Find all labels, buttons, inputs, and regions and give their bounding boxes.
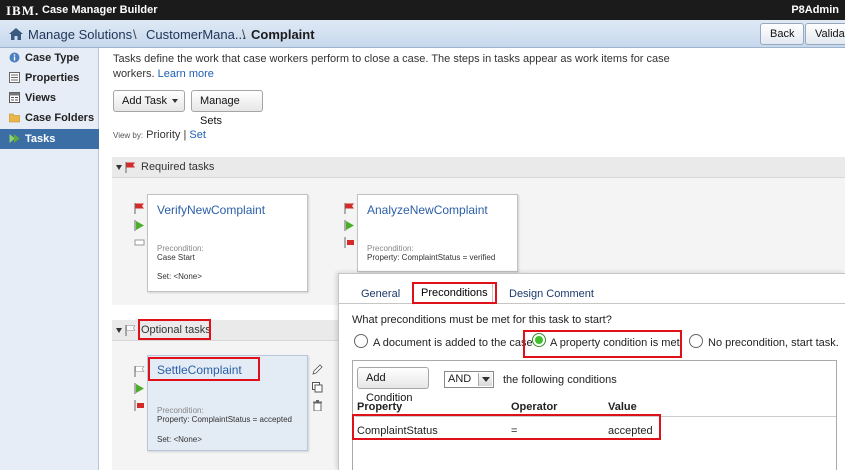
radio-no-precondition[interactable] [689,334,703,348]
manage-sets-button[interactable]: Manage Sets [191,90,263,127]
pencil-edit-icon[interactable] [312,364,323,375]
breadcrumb-separator: \ [133,27,137,42]
highlight-preconditions-tab [412,282,497,304]
task-card-analyze-new-complaint[interactable]: AnalyzeNewComplaint Precondition: Proper… [357,194,518,272]
required-tasks-label: Required tasks [141,161,215,173]
sidebar-item-label: Properties [25,72,80,84]
properties-list-icon [9,72,20,83]
white-flag-icon [134,366,145,377]
highlight-settle-complaint [148,357,260,381]
column-header-operator: Operator [511,401,558,413]
view-by-set-link[interactable]: Set [189,129,206,141]
intro-text: Tasks define the work that case workers … [113,52,673,82]
ibm-logo: IBM. [6,3,40,18]
breadcrumb-manage-solutions[interactable]: Manage Solutions [28,27,132,42]
add-task-button[interactable]: Add Task [113,90,185,112]
logic-select[interactable]: AND [444,371,494,388]
folder-icon [9,113,20,123]
info-circle-icon [9,52,20,63]
task-title[interactable]: VerifyNewComplaint [157,203,265,217]
property-condition-icon [134,400,144,411]
learn-more-link[interactable]: Learn more [158,68,214,80]
breadcrumb-solution[interactable]: CustomerMana... [146,27,246,42]
precondition-value: Case Start [157,253,195,262]
preconditions-question: What preconditions must be met for this … [352,314,612,326]
radio-document-added[interactable] [354,334,368,348]
precondition-label: Precondition: [367,244,414,253]
following-conditions-text: the following conditions [503,374,617,386]
add-condition-button[interactable]: Add Condition [357,367,429,404]
white-flag-icon [125,325,135,336]
precondition-value: Property: ComplaintStatus = accepted [157,415,292,424]
back-button[interactable]: Back [760,23,805,45]
chevron-down-icon [172,99,178,103]
start-arrow-icon [134,383,144,394]
tasks-icon [9,134,20,143]
collapse-triangle-icon[interactable] [116,165,122,170]
sidebar-item-properties[interactable]: Properties [0,68,99,88]
chevron-down-icon [478,373,492,386]
start-arrow-icon [344,220,354,231]
sidebar: Case Type Properties Views Case Folders … [0,48,99,470]
main-content: Tasks define the work that case workers … [100,48,845,470]
sidebar-item-case-type[interactable]: Case Type [0,48,99,68]
views-grid-icon [9,92,20,103]
breadcrumb-separator: \ [242,27,246,42]
property-condition-icon [344,237,354,248]
precondition-value: Property: ComplaintStatus = verified [367,253,496,262]
radio-no-precondition-label: No precondition, start task. [708,337,839,349]
sidebar-item-label: Views [25,92,56,104]
view-by-separator: | [183,129,187,141]
sidebar-item-case-folders[interactable]: Case Folders [0,108,99,128]
highlight-optional-tasks [138,319,211,340]
home-icon[interactable] [9,28,23,40]
sidebar-item-views[interactable]: Views [0,88,99,108]
tab-design-comment[interactable]: Design Comment [509,288,594,300]
column-header-value: Value [608,401,637,413]
view-by-priority: Priority [146,129,181,141]
view-by: View by: Priority | Set [113,129,206,141]
red-flag-icon [134,203,144,214]
logic-select-value: AND [448,373,472,385]
sidebar-item-label: Tasks [25,133,56,145]
validate-button[interactable]: Validate [805,23,845,45]
trash-icon[interactable] [312,400,323,411]
collapse-triangle-icon[interactable] [116,328,122,333]
column-header-property: Property [357,401,403,413]
breadcrumb: Manage Solutions \ CustomerMana... \ Com… [0,20,845,48]
app-title: Case Manager Builder [42,4,158,16]
highlight-condition-row [352,414,661,440]
red-flag-icon [344,203,354,214]
breadcrumb-case-type: Complaint [251,27,315,42]
precondition-label: Precondition: [157,244,204,253]
copy-icon[interactable] [312,382,323,393]
sidebar-item-label: Case Folders [25,112,95,124]
precondition-label: Precondition: [157,406,204,415]
tab-general[interactable]: General [361,288,400,300]
required-tasks-header[interactable]: Required tasks [112,157,845,178]
task-title[interactable]: AnalyzeNewComplaint [367,203,488,217]
task-set: Set: <None> [157,272,202,281]
task-card-verify-new-complaint[interactable]: VerifyNewComplaint Precondition: Case St… [147,194,308,292]
highlight-property-condition-option [523,330,682,358]
add-task-label: Add Task [122,95,168,107]
sidebar-item-tasks[interactable]: Tasks [0,129,99,149]
sidebar-item-label: Case Type [25,52,80,64]
radio-document-added-label: A document is added to the case [373,337,533,349]
document-icon [134,239,145,246]
user-menu[interactable]: P8Admin [791,4,839,16]
start-arrow-icon [134,220,144,231]
task-set: Set: <None> [157,435,202,444]
red-flag-icon [125,162,135,173]
top-bar: IBM. Case Manager Builder P8Admin [0,0,845,20]
view-by-label: View by: [113,131,144,140]
